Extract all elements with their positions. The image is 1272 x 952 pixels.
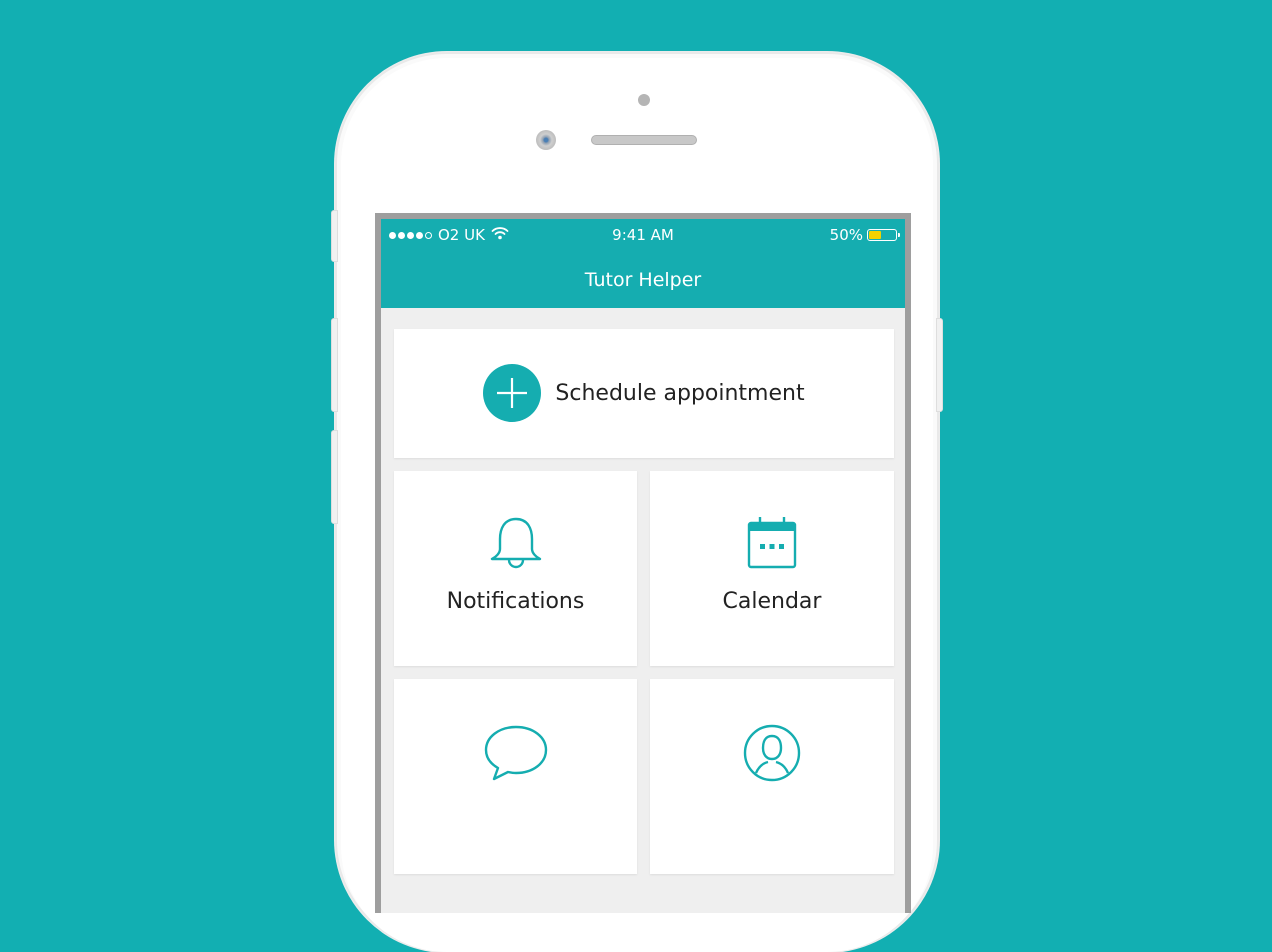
- power-button: [936, 318, 943, 412]
- battery-icon: [867, 229, 900, 241]
- status-right: 50%: [829, 226, 900, 244]
- status-bar: O2 UK 9:41 AM 50%: [381, 219, 905, 249]
- notifications-label: Notifications: [446, 589, 585, 614]
- app-header: O2 UK 9:41 AM 50% Tutor Helper: [381, 219, 905, 308]
- phone-screen: O2 UK 9:41 AM 50% Tutor Helper Schedule …: [375, 213, 911, 913]
- user-profile-icon: [742, 723, 802, 787]
- profile-tile[interactable]: [650, 679, 894, 874]
- schedule-appointment-label: Schedule appointment: [555, 380, 805, 406]
- earpiece-speaker: [591, 135, 697, 145]
- plus-circle-icon: [483, 364, 542, 422]
- phone-face: O2 UK 9:41 AM 50% Tutor Helper Schedule …: [341, 58, 933, 952]
- battery-fill: [869, 231, 881, 239]
- phone-frame: O2 UK 9:41 AM 50% Tutor Helper Schedule …: [331, 52, 943, 952]
- messages-tile[interactable]: [394, 679, 637, 874]
- proximity-sensor: [638, 94, 650, 106]
- calendar-label: Calendar: [722, 589, 822, 614]
- app-screen: O2 UK 9:41 AM 50% Tutor Helper Schedule …: [381, 219, 905, 913]
- page-title: Tutor Helper: [584, 269, 702, 291]
- mute-switch: [331, 210, 338, 262]
- battery-percent: 50%: [829, 226, 863, 244]
- notifications-tile[interactable]: Notifications: [394, 471, 637, 666]
- bell-icon: [488, 515, 544, 577]
- chat-bubble-icon: [483, 723, 549, 787]
- volume-down-button: [331, 430, 338, 524]
- front-camera: [536, 130, 556, 150]
- calendar-icon: [746, 515, 798, 575]
- calendar-tile[interactable]: Calendar: [650, 471, 894, 666]
- status-time: 9:41 AM: [612, 226, 674, 244]
- volume-up-button: [331, 318, 338, 412]
- schedule-appointment-button[interactable]: Schedule appointment: [394, 329, 894, 458]
